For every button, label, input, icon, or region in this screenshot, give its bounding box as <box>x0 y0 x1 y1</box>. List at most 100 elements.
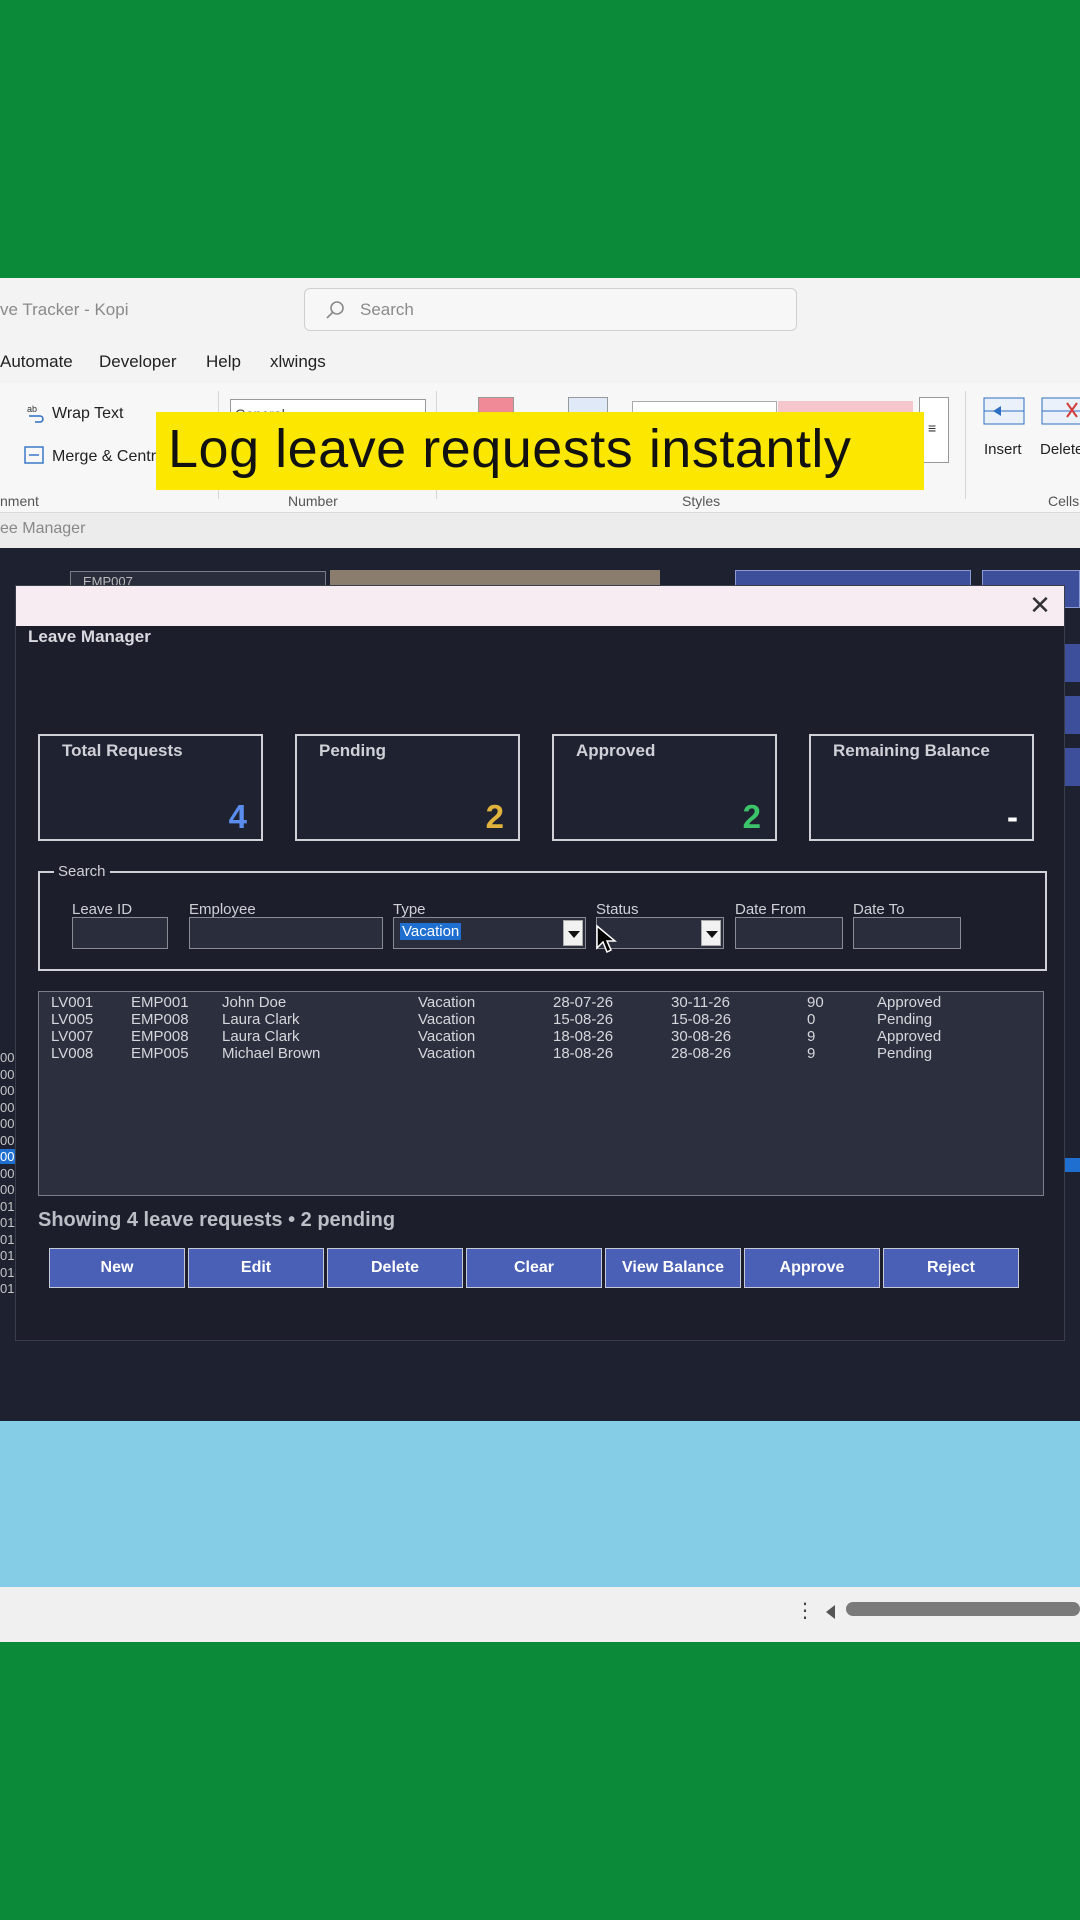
approve-button[interactable]: Approve <box>744 1248 880 1288</box>
card-approved: Approved 2 <box>552 734 777 841</box>
type-selected-value: Vacation <box>400 923 462 940</box>
menu-xlwings[interactable]: xlwings <box>270 352 326 372</box>
date-to-input[interactable] <box>853 917 961 949</box>
cell-date-from: 18-08-26 <box>553 1045 614 1062</box>
menu-bar: Automate Developer Help xlwings <box>0 343 1080 383</box>
table-row[interactable]: LV005 EMP008 Laura Clark Vacation 15-08-26 15… <box>39 1012 1043 1028</box>
search-placeholder: Search <box>360 300 414 319</box>
wrap-text-button[interactable]: Wrap Text <box>52 405 123 423</box>
card-value: 4 <box>228 798 247 835</box>
type-label: Type <box>393 901 426 918</box>
cell-type: Vacation <box>418 1011 476 1028</box>
cell-leave-id: LV005 <box>51 1011 94 1028</box>
cell-date-to: 30-11-26 <box>671 994 730 1011</box>
svg-text:ab: ab <box>27 404 37 414</box>
card-remaining-balance: Remaining Balance - <box>809 734 1034 841</box>
cell-employee-name: Laura Clark <box>222 1011 300 1028</box>
view-balance-button[interactable]: View Balance <box>605 1248 741 1288</box>
workbook-title: ve Tracker - Kopi <box>0 300 129 319</box>
card-label: Total Requests <box>62 741 183 760</box>
date-from-label: Date From <box>735 901 806 918</box>
date-to-label: Date To <box>853 901 905 918</box>
side-tab <box>1064 696 1080 734</box>
more-options-icon[interactable]: ⋮ <box>795 1598 815 1623</box>
cell-date-to: 30-08-26 <box>671 1028 732 1045</box>
close-icon[interactable]: ✕ <box>1026 591 1054 619</box>
cell-employee-id: EMP005 <box>131 1045 189 1062</box>
group-number-label: Number <box>288 493 338 509</box>
menu-developer[interactable]: Developer <box>99 352 177 372</box>
cell-leave-id: LV001 <box>51 994 94 1011</box>
scroll-left-icon[interactable] <box>826 1605 835 1619</box>
cell-employee-name: Laura Clark <box>222 1028 300 1045</box>
table-row[interactable]: LV001 EMP001 John Doe Vacation 28-07-26 30-11… <box>39 995 1043 1011</box>
cell-date-to: 28-08-26 <box>671 1045 732 1062</box>
group-cells-label: Cells <box>1048 493 1080 509</box>
edit-button[interactable]: Edit <box>188 1248 324 1288</box>
insert-button[interactable]: Insert <box>984 441 1022 458</box>
card-value: 2 <box>742 798 761 835</box>
card-value: 2 <box>485 798 504 835</box>
cell-employee-name: John Doe <box>222 994 287 1011</box>
card-pending: Pending 2 <box>295 734 520 841</box>
menu-automate[interactable]: Automate <box>0 352 73 372</box>
cell-date-from: 28-07-26 <box>553 994 614 1011</box>
leave-id-input[interactable] <box>72 917 168 949</box>
dialog-titlebar[interactable]: ✕ <box>16 586 1064 626</box>
merge-center-icon <box>24 446 44 464</box>
cell-days: 0 <box>807 1011 816 1028</box>
cell-leave-id: LV008 <box>51 1045 94 1062</box>
cell-employee-id: EMP001 <box>131 994 189 1011</box>
cell-type: Vacation <box>418 1045 476 1062</box>
employee-input[interactable] <box>189 917 383 949</box>
card-label: Pending <box>319 741 387 760</box>
formula-strip <box>0 513 1080 548</box>
menu-help[interactable]: Help <box>206 352 241 372</box>
side-selection <box>1064 1158 1080 1172</box>
leave-id-label: Leave ID <box>72 901 133 918</box>
cell-status: Approved <box>877 1028 942 1045</box>
cell-days: 9 <box>807 1045 816 1062</box>
cell-status: Approved <box>877 994 942 1011</box>
chevron-down-icon[interactable] <box>563 920 583 946</box>
chevron-down-icon[interactable] <box>701 920 721 946</box>
cell-type: Vacation <box>418 1028 476 1045</box>
side-tab <box>1064 644 1080 682</box>
cell-status: Pending <box>877 1045 933 1062</box>
mouse-cursor-icon <box>596 924 617 954</box>
horizontal-scrollbar-thumb[interactable] <box>846 1602 1080 1616</box>
leave-manager-dialog: ✕ Leave Manager Total Requests 4 Pending… <box>15 585 1065 1341</box>
merge-center-button[interactable]: Merge & Centr <box>52 448 156 466</box>
cell-employee-name: Michael Brown <box>222 1045 321 1062</box>
new-button[interactable]: New <box>49 1248 185 1288</box>
delete-cells-button[interactable]: Delete <box>1040 441 1080 458</box>
caption-text: Log leave requests instantly <box>168 419 852 479</box>
reject-button[interactable]: Reject <box>883 1248 1019 1288</box>
cell-days: 9 <box>807 1028 816 1045</box>
card-total-requests: Total Requests 4 <box>38 734 263 841</box>
search-group: Search Leave ID Employee Type Vacation S… <box>38 863 1047 971</box>
search-icon <box>326 301 344 319</box>
card-value: - <box>1007 798 1018 835</box>
side-tab <box>1064 748 1080 786</box>
delete-cells-icon <box>1041 397 1080 425</box>
delete-button[interactable]: Delete <box>327 1248 463 1288</box>
search-legend: Search <box>54 863 110 880</box>
wrap-text-icon: ab <box>27 404 44 423</box>
type-combobox[interactable]: Vacation <box>393 917 586 949</box>
group-alignment-label: nment <box>0 493 39 509</box>
dialog-title: Leave Manager <box>28 627 151 646</box>
cell-employee-id: EMP008 <box>131 1028 189 1045</box>
cell-days: 90 <box>807 994 824 1011</box>
sheet-header-label: ee Manager <box>0 520 86 537</box>
leave-requests-list[interactable]: LV001 EMP001 John Doe Vacation 28-07-26 30-11… <box>38 991 1044 1196</box>
cell-date-from: 15-08-26 <box>553 1011 614 1028</box>
clear-button[interactable]: Clear <box>466 1248 602 1288</box>
excel-search-box[interactable]: Search <box>304 288 797 331</box>
table-row[interactable]: LV007 EMP008 Laura Clark Vacation 18-08-26 30… <box>39 1029 1043 1045</box>
date-from-input[interactable] <box>735 917 843 949</box>
cell-type: Vacation <box>418 994 476 1011</box>
cell-leave-id: LV007 <box>51 1028 94 1045</box>
cell-date-from: 18-08-26 <box>553 1028 614 1045</box>
table-row[interactable]: LV008 EMP005 Michael Brown Vacation 18-08-26… <box>39 1046 1043 1062</box>
